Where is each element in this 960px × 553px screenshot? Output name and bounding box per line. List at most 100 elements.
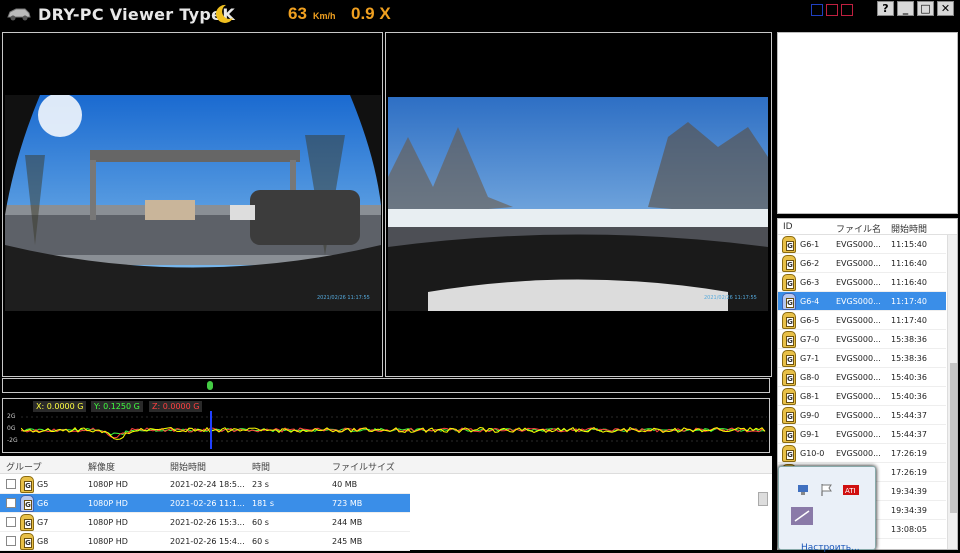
group-start: 2021-02-26 15:3... — [170, 518, 245, 527]
file-id: G9-0 — [800, 411, 820, 420]
tray-customize-link[interactable]: Настроить... — [801, 543, 860, 553]
file-start-time: 15:44:37 — [891, 411, 927, 420]
event-g-icon: G — [20, 514, 34, 531]
gsensor-graph[interactable]: X: 0.0000 G Y: 0.1250 G Z: 0.0000 G 2G 0… — [2, 398, 770, 453]
layout-single-button[interactable] — [811, 4, 823, 16]
file-id: G6-4 — [800, 297, 820, 306]
rear-camera-pane[interactable]: 2021/02/26 11:17:55 — [385, 32, 772, 377]
group-resolution: 1080P HD — [88, 537, 128, 546]
file-id: G8-1 — [800, 392, 820, 401]
event-g-icon: G — [782, 236, 796, 253]
event-g-icon: G — [782, 407, 796, 424]
file-start-time: 11:16:40 — [891, 278, 927, 287]
file-start-time: 15:40:36 — [891, 392, 927, 401]
help-button[interactable]: ? — [877, 1, 894, 16]
network-icon[interactable] — [796, 483, 812, 497]
app-title: DRY-PC Viewer TypeK — [38, 5, 236, 24]
file-list-scrollbar[interactable] — [947, 235, 957, 549]
map-panel[interactable] — [777, 32, 958, 214]
seek-thumb[interactable] — [207, 381, 213, 390]
file-list-row[interactable]: G G7-1 EVGS000... 15:38:36 — [778, 349, 946, 368]
group-checkbox[interactable] — [6, 498, 16, 508]
layout-dual-button[interactable] — [826, 4, 838, 16]
tick-0g: 0G — [7, 425, 16, 432]
event-g-icon: G — [782, 312, 796, 329]
file-name: EVGS000... — [836, 373, 881, 382]
header-id[interactable]: ID — [783, 222, 793, 232]
file-start-time: 11:16:40 — [891, 259, 927, 268]
file-name: EVGS000... — [836, 297, 881, 306]
file-start-time: 17:26:19 — [891, 468, 927, 477]
event-g-icon: G — [782, 388, 796, 405]
file-name: EVGS000... — [836, 259, 881, 268]
file-start-time: 15:40:36 — [891, 373, 927, 382]
gforce-readout: 0.9 X — [351, 4, 391, 23]
file-id: G6-1 — [800, 240, 820, 249]
ati-icon[interactable]: ATI — [843, 483, 859, 497]
file-start-time: 15:38:36 — [891, 354, 927, 363]
front-camera-pane[interactable]: 2021/02/26 11:17:55 — [2, 32, 383, 377]
header-start[interactable]: 開始時間 — [170, 460, 206, 473]
rear-camera-frame — [388, 97, 768, 311]
file-id: G7-0 — [800, 335, 820, 344]
header-resolution[interactable]: 解像度 — [88, 460, 115, 473]
file-list-row[interactable]: G G7-0 EVGS000... 15:38:36 — [778, 330, 946, 349]
speed-unit: Km/h — [313, 11, 336, 21]
file-name: EVGS000... — [836, 278, 881, 287]
group-list-row[interactable]: G G7 1080P HD 2021-02-26 15:3... 60 s 244 MB — [0, 513, 410, 532]
group-start: 2021-02-26 11:1... — [170, 499, 245, 508]
event-g-icon: G — [782, 426, 796, 443]
maximize-button[interactable]: □ — [917, 1, 934, 16]
group-name: G5 — [37, 480, 49, 489]
header-filesize[interactable]: ファイルサイズ — [332, 460, 395, 473]
group-name: G6 — [37, 499, 49, 508]
group-start: 2021-02-26 15:4... — [170, 537, 245, 546]
group-list-header: グループ 解像度 開始時間 時間 ファイルサイズ — [0, 456, 772, 474]
title-bar: DRY-PC Viewer TypeK 63 Km/h 0.9 X ? _ □ … — [0, 0, 960, 30]
file-name: EVGS000... — [836, 430, 881, 439]
group-list-panel[interactable]: グループ 解像度 開始時間 時間 ファイルサイズ G G5 1080P HD 2021… — [0, 456, 772, 551]
file-list-row[interactable]: G G6-1 EVGS000... 11:15:40 — [778, 235, 946, 254]
header-start-time[interactable]: 開始時間 — [891, 222, 927, 235]
tray-popup[interactable]: ATI Настроить... — [778, 466, 876, 553]
close-button[interactable]: ✕ — [937, 1, 954, 16]
group-list-row[interactable]: G G5 1080P HD 2021-02-24 18:5... 23 s 40 MB — [0, 475, 410, 494]
file-id: G8-0 — [800, 373, 820, 382]
group-checkbox[interactable] — [6, 517, 16, 527]
seek-bar[interactable] — [2, 378, 770, 393]
file-list-scroll-thumb[interactable] — [950, 363, 957, 513]
group-name: G8 — [37, 537, 49, 546]
event-g-icon: G — [782, 293, 796, 310]
header-group[interactable]: グループ — [6, 460, 41, 473]
file-list-row[interactable]: G G8-0 EVGS000... 15:40:36 — [778, 368, 946, 387]
file-list-row[interactable]: G G9-1 EVGS000... 15:44:37 — [778, 425, 946, 444]
file-list-row[interactable]: G G6-3 EVGS000... 11:16:40 — [778, 273, 946, 292]
file-list-row[interactable]: G G8-1 EVGS000... 15:40:36 — [778, 387, 946, 406]
event-g-icon: G — [20, 495, 34, 512]
group-list-row[interactable]: G G6 1080P HD 2021-02-26 11:1... 181 s 723 MB — [0, 494, 410, 513]
file-start-time: 11:15:40 — [891, 240, 927, 249]
car-logo-icon — [7, 8, 31, 21]
layout-pip-button[interactable] — [841, 4, 853, 16]
group-duration: 23 s — [252, 480, 269, 489]
file-list-row[interactable]: G G6-5 EVGS000... 11:17:40 — [778, 311, 946, 330]
flag-icon[interactable] — [819, 483, 835, 497]
pen-icon[interactable] — [791, 507, 813, 525]
file-list-row[interactable]: G G9-0 EVGS000... 15:44:37 — [778, 406, 946, 425]
file-id: G6-3 — [800, 278, 820, 287]
group-checkbox[interactable] — [6, 536, 16, 546]
group-list-scroll-button[interactable] — [758, 492, 768, 506]
group-duration: 60 s — [252, 537, 269, 546]
group-checkbox[interactable] — [6, 479, 16, 489]
file-name: EVGS000... — [836, 316, 881, 325]
file-start-time: 19:34:39 — [891, 487, 927, 496]
file-list-row[interactable]: G G10-0 EVGS000... 17:26:19 — [778, 444, 946, 463]
header-filename[interactable]: ファイル名 — [836, 222, 881, 235]
group-list-row[interactable]: G G8 1080P HD 2021-02-26 15:4... 60 s 245 MB — [0, 532, 410, 551]
file-start-time: 15:44:37 — [891, 430, 927, 439]
minimize-button[interactable]: _ — [897, 1, 914, 16]
file-list-row[interactable]: G G6-4 EVGS000... 11:17:40 — [778, 292, 946, 311]
file-start-time: 17:26:19 — [891, 449, 927, 458]
header-duration[interactable]: 時間 — [252, 460, 270, 473]
file-list-row[interactable]: G G6-2 EVGS000... 11:16:40 — [778, 254, 946, 273]
